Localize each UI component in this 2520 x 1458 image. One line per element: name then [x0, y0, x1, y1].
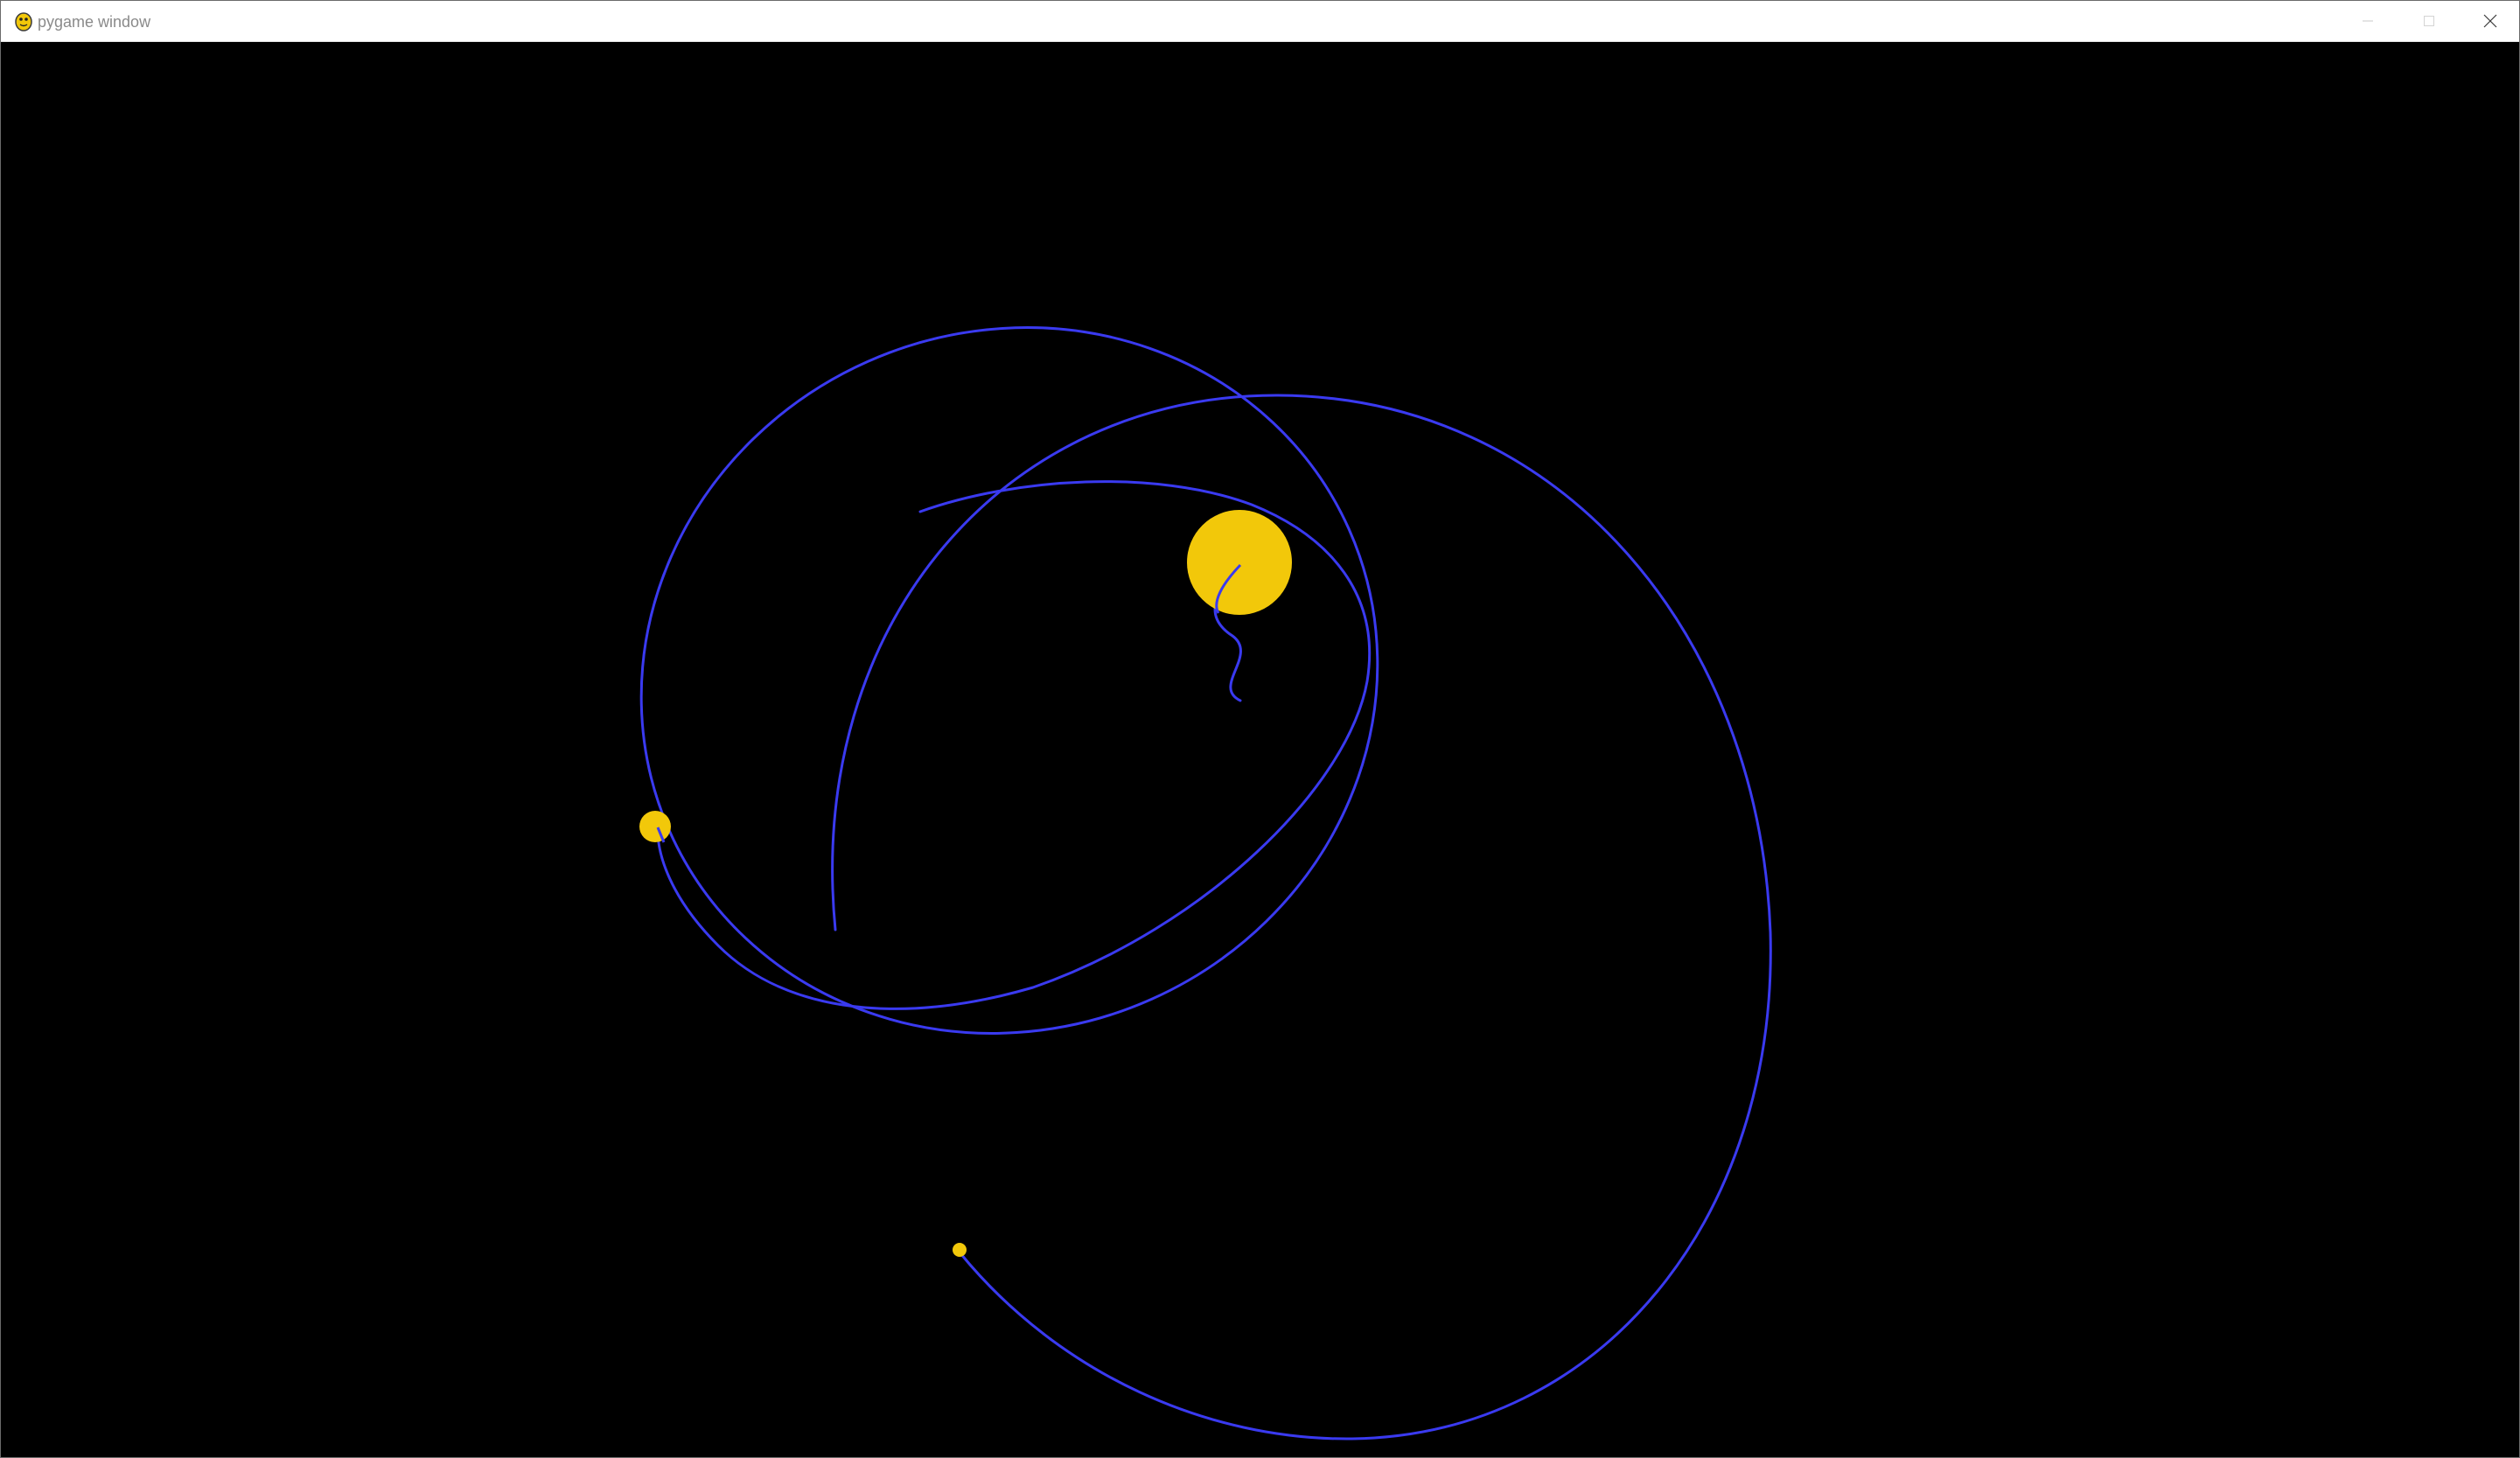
large-sun-body [1187, 510, 1292, 615]
title-bar[interactable]: pygame window [1, 1, 2519, 42]
small-planet-body [953, 1243, 967, 1257]
maximize-icon [2424, 16, 2434, 26]
close-icon [2483, 14, 2497, 28]
simulation-canvas[interactable] [1, 42, 2519, 1457]
pygame-snake-icon [15, 12, 32, 31]
outer-orbit-trail [639, 326, 1379, 1035]
close-button[interactable] [2460, 1, 2519, 41]
maximize-button[interactable] [2398, 1, 2460, 41]
minimize-icon [2363, 20, 2373, 22]
minimize-button[interactable] [2337, 1, 2398, 41]
large-loop-trail [831, 394, 1772, 1441]
medium-planet-body [639, 811, 671, 842]
pygame-window: pygame window [0, 0, 2520, 1458]
window-title: pygame window [38, 13, 151, 31]
orbit-scene [639, 326, 1772, 1441]
